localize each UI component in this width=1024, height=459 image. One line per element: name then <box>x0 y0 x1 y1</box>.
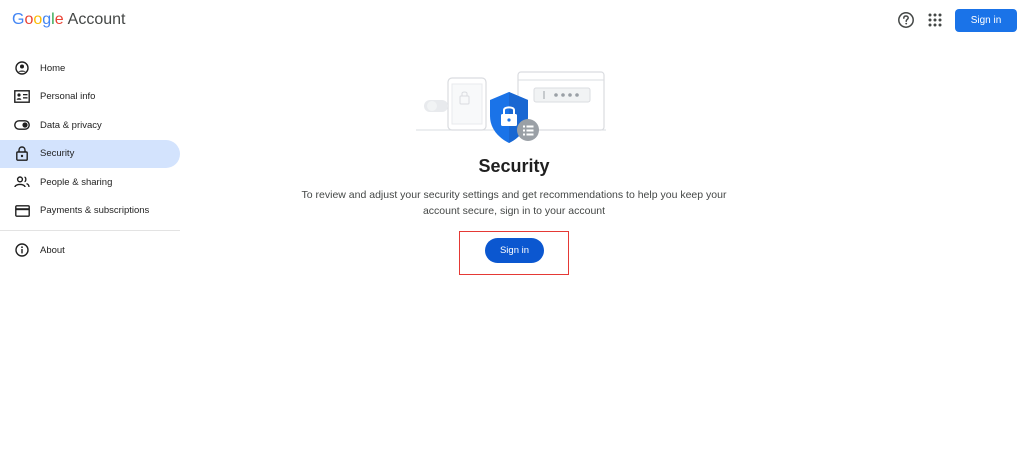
page-description: To review and adjust your security setti… <box>301 189 727 217</box>
home-icon <box>14 60 30 76</box>
top-bar: Google Account Sign in <box>0 0 1024 42</box>
sidebar-item-about[interactable]: About <box>0 236 180 265</box>
google-account-logo[interactable]: Google Account <box>12 11 125 29</box>
sidebar-item-label: Data & privacy <box>40 119 102 131</box>
sidebar-item-data-privacy[interactable]: Data & privacy <box>0 111 180 140</box>
apps-grid-icon[interactable] <box>927 12 943 28</box>
header-sign-in-button[interactable]: Sign in <box>955 9 1017 32</box>
account-logo-text: Account <box>67 11 126 28</box>
security-illustration <box>416 71 606 143</box>
sign-in-button[interactable]: Sign in <box>485 238 544 263</box>
sidebar-item-label: People & sharing <box>40 176 113 188</box>
sidebar-item-label: Home <box>40 62 66 74</box>
google-logo-text: Google <box>12 11 64 28</box>
sidebar-divider <box>0 230 180 231</box>
page-title: Security <box>478 156 550 176</box>
sidebar-item-label: Personal info <box>40 91 96 103</box>
sidebar-item-payments[interactable]: Payments & subscriptions <box>0 197 180 226</box>
person-card-icon <box>14 89 30 105</box>
help-icon[interactable] <box>897 11 915 29</box>
sidebar-item-label: About <box>40 244 65 256</box>
credit-card-icon <box>14 203 30 219</box>
toggle-icon <box>14 117 30 133</box>
info-icon <box>14 242 30 258</box>
sidebar-item-personal-info[interactable]: Personal info <box>0 83 180 112</box>
sidebar-item-home[interactable]: Home <box>0 54 180 83</box>
sidebar-item-label: Payments & subscriptions <box>40 205 150 217</box>
